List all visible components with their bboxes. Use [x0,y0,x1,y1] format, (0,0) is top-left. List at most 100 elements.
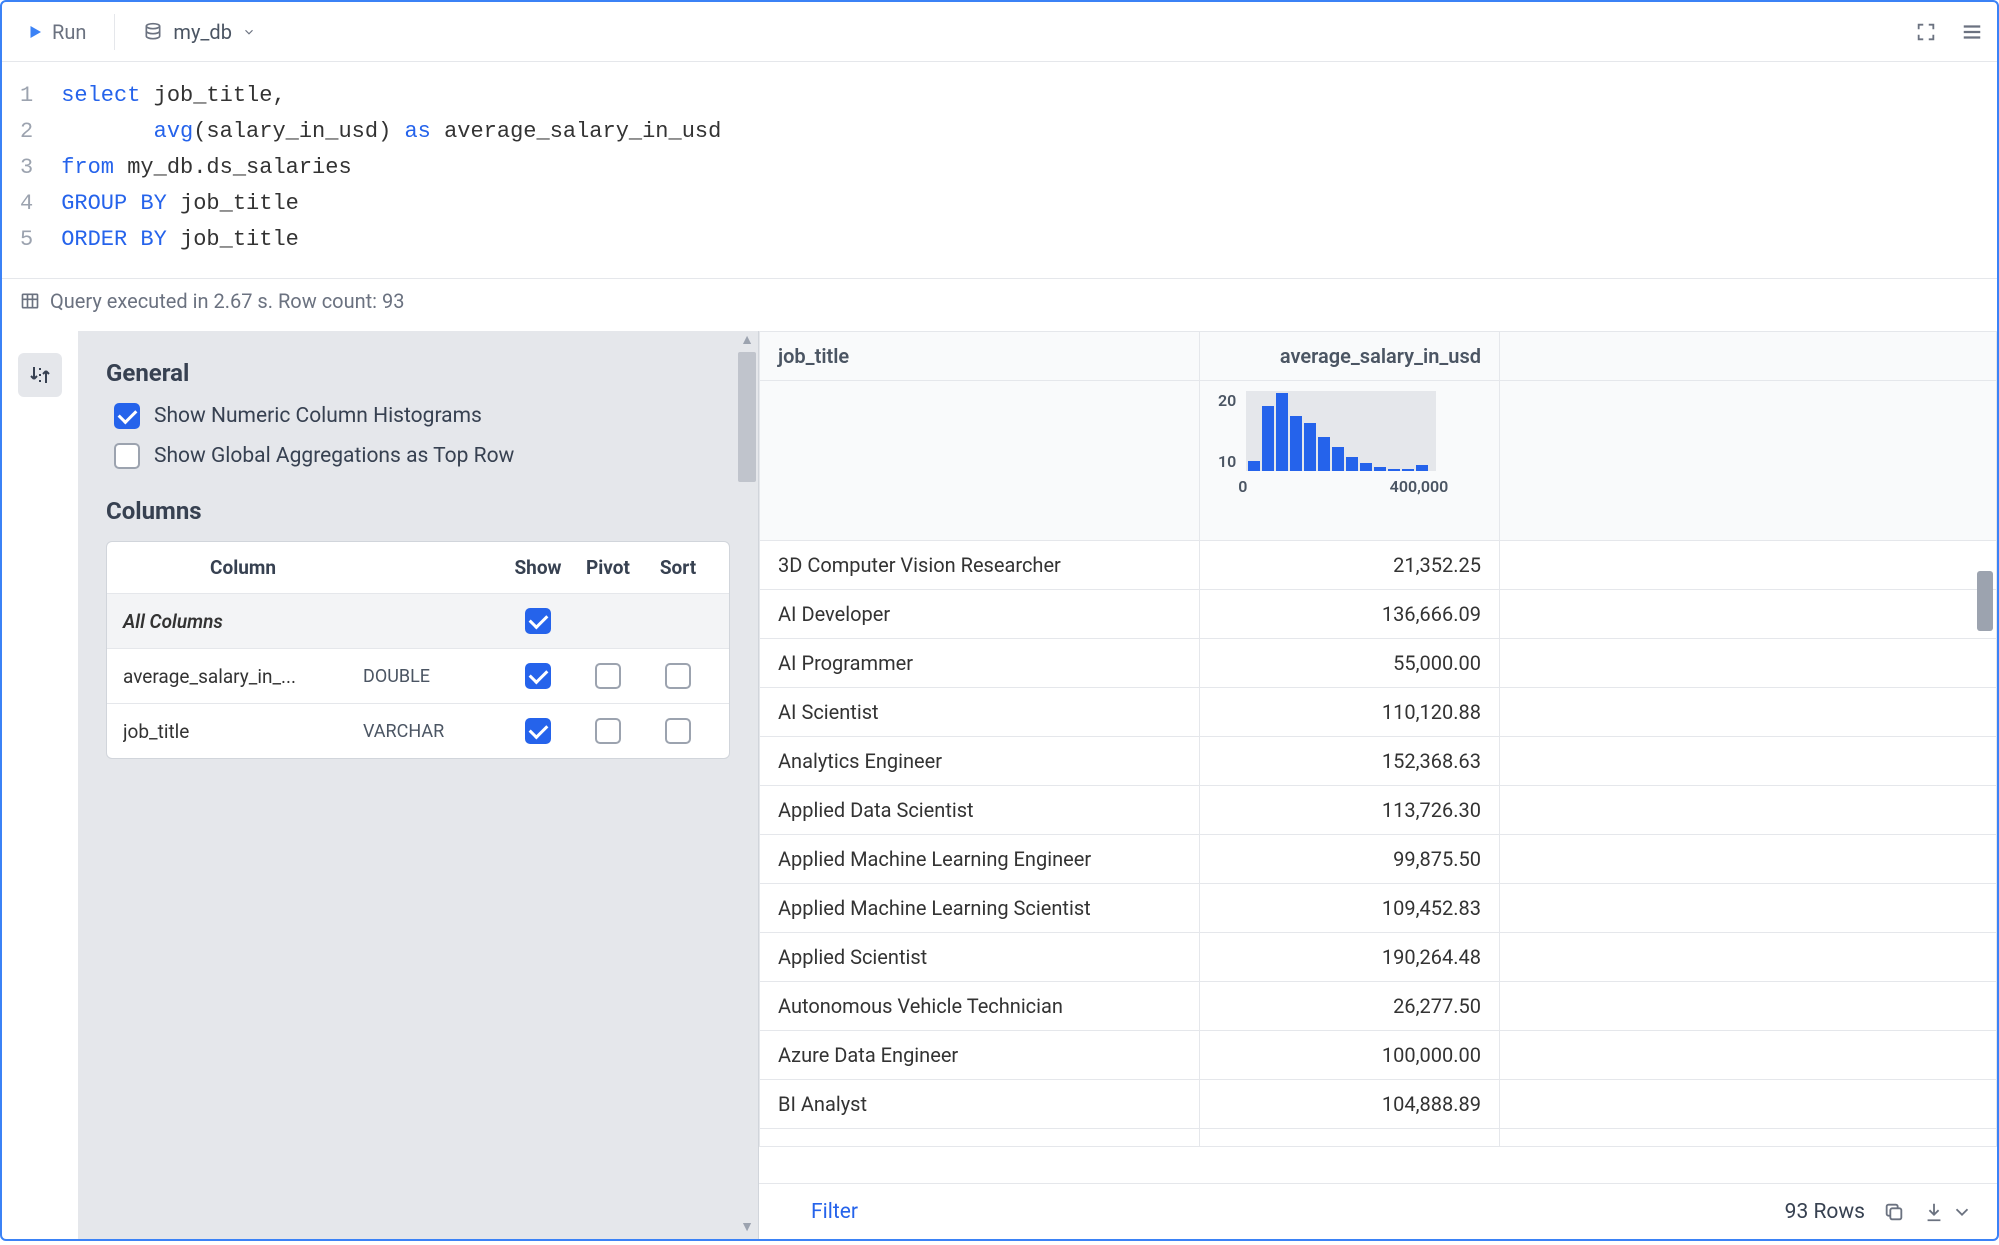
results-scrollbar[interactable] [1977,331,1995,1183]
histogram-bar [1290,416,1302,471]
cell-empty [1500,590,1997,639]
cell-empty [1500,982,1997,1031]
histogram-bar [1402,469,1414,471]
left-rail [2,331,78,1239]
column-pivot-checkbox[interactable] [595,663,621,689]
sidebar-scrollbar[interactable]: ▲ ▼ [736,331,758,1239]
run-button[interactable]: Run [16,14,96,50]
download-menu-button[interactable] [1951,1201,1973,1223]
histogram-bars [1246,391,1436,471]
column-show-checkbox[interactable] [525,718,551,744]
code-line[interactable]: avg(salary_in_usd) as average_salary_in_… [61,114,1997,150]
header-avg-salary[interactable]: average_salary_in_usd [1200,332,1500,381]
hamburger-icon [1961,21,1983,43]
all-columns-row: All Columns [107,594,729,649]
header-job-title[interactable]: job_title [760,332,1200,381]
histogram-bar [1318,437,1330,471]
toolbar-divider [114,14,115,50]
results-header-row: job_title average_salary_in_usd [760,332,1997,381]
row-count-label: 93 Rows [1785,1200,1865,1224]
play-icon [26,23,44,41]
show-global-agg-checkbox[interactable] [114,443,140,469]
column-show-checkbox[interactable] [525,663,551,689]
expand-icon [1915,21,1937,43]
table-row[interactable]: Applied Machine Learning Scientist109,45… [760,884,1997,933]
cell-partial [1500,1129,1997,1147]
cell-avg-salary: 99,875.50 [1200,835,1500,884]
histogram-ytick: 20 [1218,391,1236,410]
cell-job-title: AI Developer [760,590,1200,639]
sql-editor[interactable]: 12345 select job_title, avg(salary_in_us… [2,62,1997,279]
cell-job-title: Applied Scientist [760,933,1200,982]
cell-job-title: Analytics Engineer [760,737,1200,786]
download-button[interactable] [1923,1201,1945,1223]
database-picker[interactable]: my_db [133,14,266,50]
column-row: job_titleVARCHAR [107,704,729,758]
all-columns-show-checkbox[interactable] [525,608,551,634]
column-name: job_title [123,720,363,743]
code-line[interactable]: select job_title, [61,78,1997,114]
header-empty [1500,332,1997,381]
cell-empty [1500,1080,1997,1129]
table-row[interactable]: Applied Scientist190,264.48 [760,933,1997,982]
column-type: DOUBLE [363,666,503,687]
results-table: job_title average_salary_in_usd 20 10 [759,331,1997,1147]
cell-job-title: Autonomous Vehicle Technician [760,982,1200,1031]
editor-gutter: 12345 [2,78,61,258]
header-sort: Sort [643,556,713,579]
scrollbar-thumb[interactable] [738,352,756,482]
table-row[interactable]: Analytics Engineer152,368.63 [760,737,1997,786]
code-line[interactable]: from my_db.ds_salaries [61,150,1997,186]
table-row[interactable] [760,1129,1997,1147]
histogram-bar [1304,423,1316,471]
table-row[interactable]: BI Analyst104,888.89 [760,1080,1997,1129]
column-type: VARCHAR [363,721,503,742]
columns-panel-toggle[interactable] [18,353,62,397]
status-text: Query executed in 2.67 s. Row count: 93 [50,289,404,313]
table-row[interactable]: Azure Data Engineer100,000.00 [760,1031,1997,1080]
toolbar: Run my_db [2,2,1997,62]
table-row[interactable]: Applied Machine Learning Engineer99,875.… [760,835,1997,884]
histogram-bar [1360,463,1372,471]
cell-job-title: BI Analyst [760,1080,1200,1129]
cell-empty [1500,541,1997,590]
columns-header-row: Column Show Pivot Sort [107,542,729,594]
scroll-up-icon[interactable]: ▲ [740,331,754,348]
histogram-bar [1388,469,1400,471]
table-icon [20,291,40,311]
cell-empty [1500,786,1997,835]
show-histograms-checkbox[interactable] [114,403,140,429]
filter-button[interactable]: Filter [811,1200,858,1224]
cell-avg-salary: 104,888.89 [1200,1080,1500,1129]
table-row[interactable]: AI Programmer55,000.00 [760,639,1997,688]
code-line[interactable]: GROUP BY job_title [61,186,1997,222]
chevron-down-icon [242,25,256,39]
code-line[interactable]: ORDER BY job_title [61,222,1997,258]
histogram-xtick: 400,000 [1390,477,1449,496]
table-row[interactable]: AI Developer136,666.09 [760,590,1997,639]
histogram-bar [1332,447,1344,471]
menu-button[interactable] [1961,21,1983,43]
column-sort-checkbox[interactable] [665,663,691,689]
cell-avg-salary: 109,452.83 [1200,884,1500,933]
fullscreen-button[interactable] [1915,21,1937,43]
editor-code[interactable]: select job_title, avg(salary_in_usd) as … [61,78,1997,258]
table-row[interactable]: 3D Computer Vision Researcher21,352.25 [760,541,1997,590]
table-row[interactable]: Applied Data Scientist113,726.30 [760,786,1997,835]
column-sort-checkbox[interactable] [665,718,691,744]
results-scrollbar-thumb[interactable] [1977,571,1993,631]
column-pivot-checkbox[interactable] [595,718,621,744]
cell-empty [1500,933,1997,982]
scroll-down-icon[interactable]: ▼ [740,1218,754,1235]
table-row[interactable]: AI Scientist110,120.88 [760,688,1997,737]
columns-swap-icon [28,363,52,387]
histogram-empty-cell [760,381,1200,541]
histogram-y-labels: 20 10 [1218,391,1236,471]
copy-button[interactable] [1883,1201,1905,1223]
cell-job-title: Applied Data Scientist [760,786,1200,835]
sidebar-panel: General Show Numeric Column Histograms S… [78,331,758,1239]
table-row[interactable]: Autonomous Vehicle Technician26,277.50 [760,982,1997,1031]
results-footer: Filter 93 Rows [759,1183,1997,1239]
cell-avg-salary: 190,264.48 [1200,933,1500,982]
chevron-down-icon [1951,1201,1973,1223]
